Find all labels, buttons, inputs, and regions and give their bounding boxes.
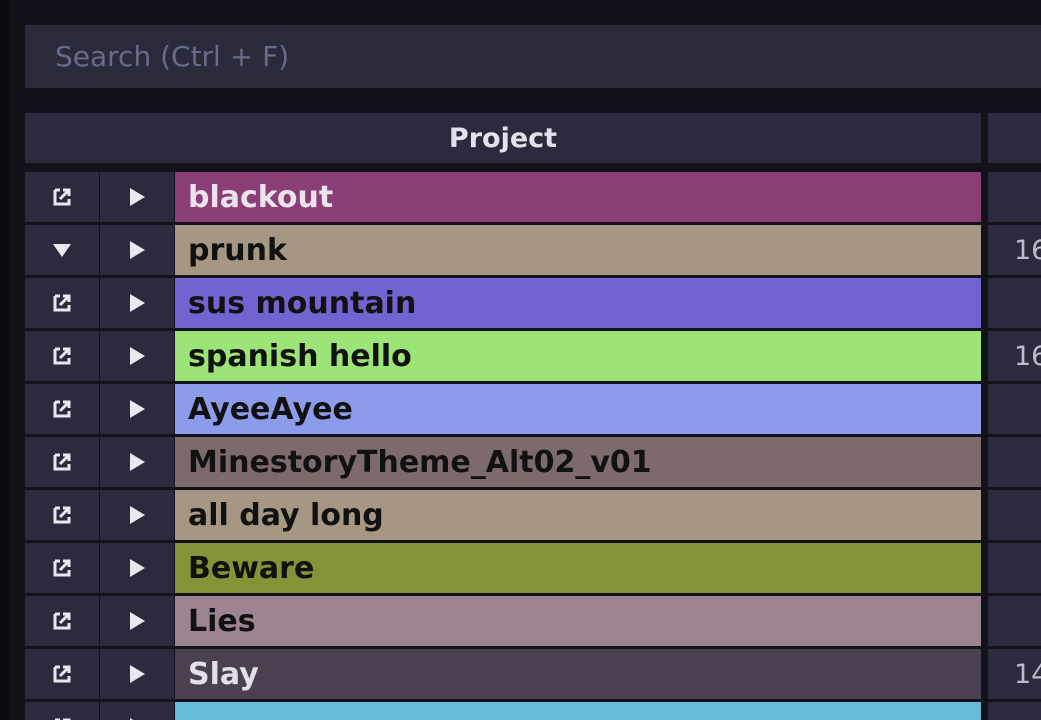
project-name: Beware xyxy=(188,550,315,586)
search-input[interactable] xyxy=(25,25,1041,88)
table-row[interactable]: AyeeAyee xyxy=(25,384,1041,434)
play-icon xyxy=(128,293,146,313)
left-rail xyxy=(0,0,9,720)
open-project-button[interactable] xyxy=(25,384,99,434)
play-button[interactable] xyxy=(100,490,174,540)
open-project-button[interactable] xyxy=(25,437,99,487)
external-link-icon xyxy=(51,504,73,526)
play-button[interactable] xyxy=(100,278,174,328)
project-name-cell[interactable]: all day long xyxy=(175,490,981,540)
table-row[interactable]: prunk 16 xyxy=(25,225,1041,275)
project-name-cell[interactable]: blackout xyxy=(175,172,981,222)
project-name-cell[interactable] xyxy=(175,702,981,720)
collapse-arrow-icon xyxy=(51,241,73,259)
project-name: spanish hello xyxy=(188,338,412,374)
next-column-cell: 14 xyxy=(988,649,1041,699)
project-table-body: blackout prunk 16 sus mountain spanish hello… xyxy=(25,172,1041,720)
open-project-button[interactable] xyxy=(25,278,99,328)
project-name: sus mountain xyxy=(188,285,417,321)
external-link-icon xyxy=(51,451,73,473)
table-row[interactable]: Lies xyxy=(25,596,1041,646)
next-column-cell xyxy=(988,596,1041,646)
project-name-cell[interactable]: Slay xyxy=(175,649,981,699)
external-link-icon xyxy=(51,398,73,420)
next-column-cell xyxy=(988,702,1041,720)
project-name-cell[interactable]: AyeeAyee xyxy=(175,384,981,434)
project-name: MinestoryTheme_Alt02_v01 xyxy=(188,444,652,480)
table-row[interactable]: Slay 14 xyxy=(25,649,1041,699)
play-button[interactable] xyxy=(100,596,174,646)
next-column-cell xyxy=(988,490,1041,540)
external-link-icon xyxy=(51,716,73,720)
open-project-button[interactable] xyxy=(25,649,99,699)
project-name-cell[interactable]: prunk xyxy=(175,225,981,275)
play-icon xyxy=(128,452,146,472)
project-name: AyeeAyee xyxy=(188,391,353,427)
table-row[interactable]: all day long xyxy=(25,490,1041,540)
external-link-icon xyxy=(51,186,73,208)
play-button[interactable] xyxy=(100,649,174,699)
external-link-icon xyxy=(51,663,73,685)
play-icon xyxy=(128,187,146,207)
play-button[interactable] xyxy=(100,225,174,275)
table-row[interactable]: sus mountain xyxy=(25,278,1041,328)
next-column-cell: 16 xyxy=(988,225,1041,275)
play-icon xyxy=(128,664,146,684)
play-icon xyxy=(128,505,146,525)
table-row[interactable]: Beware xyxy=(25,543,1041,593)
external-link-icon xyxy=(51,292,73,314)
play-icon xyxy=(128,558,146,578)
next-column-cell xyxy=(988,543,1041,593)
next-column-cell xyxy=(988,384,1041,434)
open-project-button[interactable] xyxy=(25,490,99,540)
next-column-cell xyxy=(988,278,1041,328)
play-button[interactable] xyxy=(100,331,174,381)
app-window: Project blackout prunk 16 sus mountain spani… xyxy=(0,0,1041,720)
project-name-cell[interactable]: spanish hello xyxy=(175,331,981,381)
play-button[interactable] xyxy=(100,172,174,222)
play-icon xyxy=(128,240,146,260)
table-row[interactable]: MinestoryTheme_Alt02_v01 xyxy=(25,437,1041,487)
collapse-button[interactable] xyxy=(25,225,99,275)
open-project-button[interactable] xyxy=(25,331,99,381)
project-name-cell[interactable]: sus mountain xyxy=(175,278,981,328)
column-header-next[interactable] xyxy=(988,113,1041,163)
play-button[interactable] xyxy=(100,543,174,593)
project-name: all day long xyxy=(188,497,384,533)
play-icon xyxy=(128,611,146,631)
project-name-cell[interactable]: Lies xyxy=(175,596,981,646)
project-name: blackout xyxy=(188,179,334,215)
play-icon xyxy=(128,399,146,419)
next-column-cell xyxy=(988,172,1041,222)
next-column-cell xyxy=(988,437,1041,487)
table-row[interactable] xyxy=(25,702,1041,720)
project-name: prunk xyxy=(188,232,287,268)
project-name-cell[interactable]: Beware xyxy=(175,543,981,593)
table-row[interactable]: spanish hello 16 xyxy=(25,331,1041,381)
external-link-icon xyxy=(51,345,73,367)
next-column-value: 14 xyxy=(1014,658,1041,690)
open-project-button[interactable] xyxy=(25,702,99,720)
play-icon xyxy=(128,346,146,366)
play-button[interactable] xyxy=(100,437,174,487)
project-name: Slay xyxy=(188,656,259,692)
next-column-cell: 16 xyxy=(988,331,1041,381)
open-project-button[interactable] xyxy=(25,172,99,222)
play-button[interactable] xyxy=(100,384,174,434)
next-column-value: 16 xyxy=(1014,340,1041,372)
next-column-value: 16 xyxy=(1014,234,1041,266)
play-button[interactable] xyxy=(100,702,174,720)
external-link-icon xyxy=(51,557,73,579)
project-name: Lies xyxy=(188,603,256,639)
open-project-button[interactable] xyxy=(25,596,99,646)
open-project-button[interactable] xyxy=(25,543,99,593)
column-header-project-label: Project xyxy=(448,122,558,154)
column-header-project[interactable]: Project xyxy=(25,113,981,163)
project-name-cell[interactable]: MinestoryTheme_Alt02_v01 xyxy=(175,437,981,487)
external-link-icon xyxy=(51,610,73,632)
table-row[interactable]: blackout xyxy=(25,172,1041,222)
